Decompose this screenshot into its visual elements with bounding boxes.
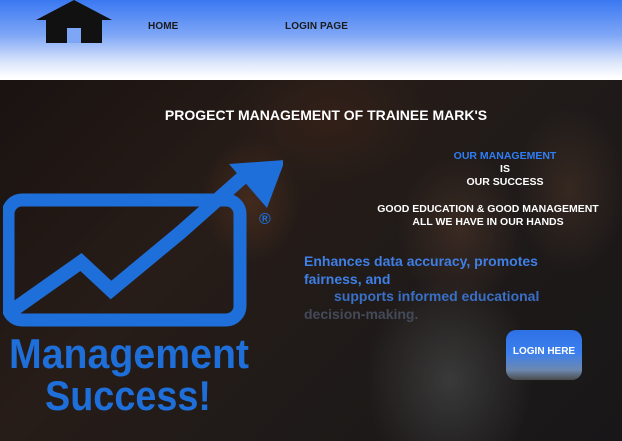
management-motto: OUR MANAGEMENT IS OUR SUCCESS <box>440 150 570 189</box>
motto-line-1: OUR MANAGEMENT <box>453 150 557 162</box>
description-line-1: Enhances data accuracy, promotes <box>304 253 538 269</box>
management-success-logo: ® Management Success! <box>3 160 283 415</box>
nav-home-link[interactable]: HOME <box>148 21 178 32</box>
description-line-4: decision-making. <box>304 305 419 322</box>
education-slogan: GOOD EDUCATION & GOOD MANAGEMENT ALL WE … <box>368 203 608 229</box>
nav-login-page-link[interactable]: LOGIN PAGE <box>285 21 348 32</box>
navbar: HOME LOGIN PAGE <box>0 0 622 78</box>
logo-registered-mark: ® <box>259 211 271 228</box>
motto-line-3: OUR SUCCESS <box>466 176 544 188</box>
description-line-2: fairness, and <box>304 270 391 287</box>
logo-arrow-line <box>8 164 256 316</box>
motto-line-2: IS <box>500 163 510 175</box>
logo-text-success: Success! <box>45 372 211 415</box>
hero-section: PROGECT MANAGEMENT OF TRAINEE MARK'S ® M… <box>0 80 622 441</box>
page-title: PROGECT MANAGEMENT OF TRAINEE MARK'S <box>164 107 488 123</box>
logo-text-management: Management <box>9 330 249 377</box>
slogan-line-2: ALL WE HAVE IN OUR HANDS <box>412 216 564 228</box>
login-here-button[interactable]: LOGIN HERE <box>506 330 582 380</box>
slogan-line-1: GOOD EDUCATION & GOOD MANAGEMENT <box>377 203 599 215</box>
hero-description: Enhances data accuracy, promotes fairnes… <box>304 253 564 323</box>
description-line-3: supports informed educational <box>334 288 540 304</box>
home-icon[interactable] <box>34 0 114 46</box>
